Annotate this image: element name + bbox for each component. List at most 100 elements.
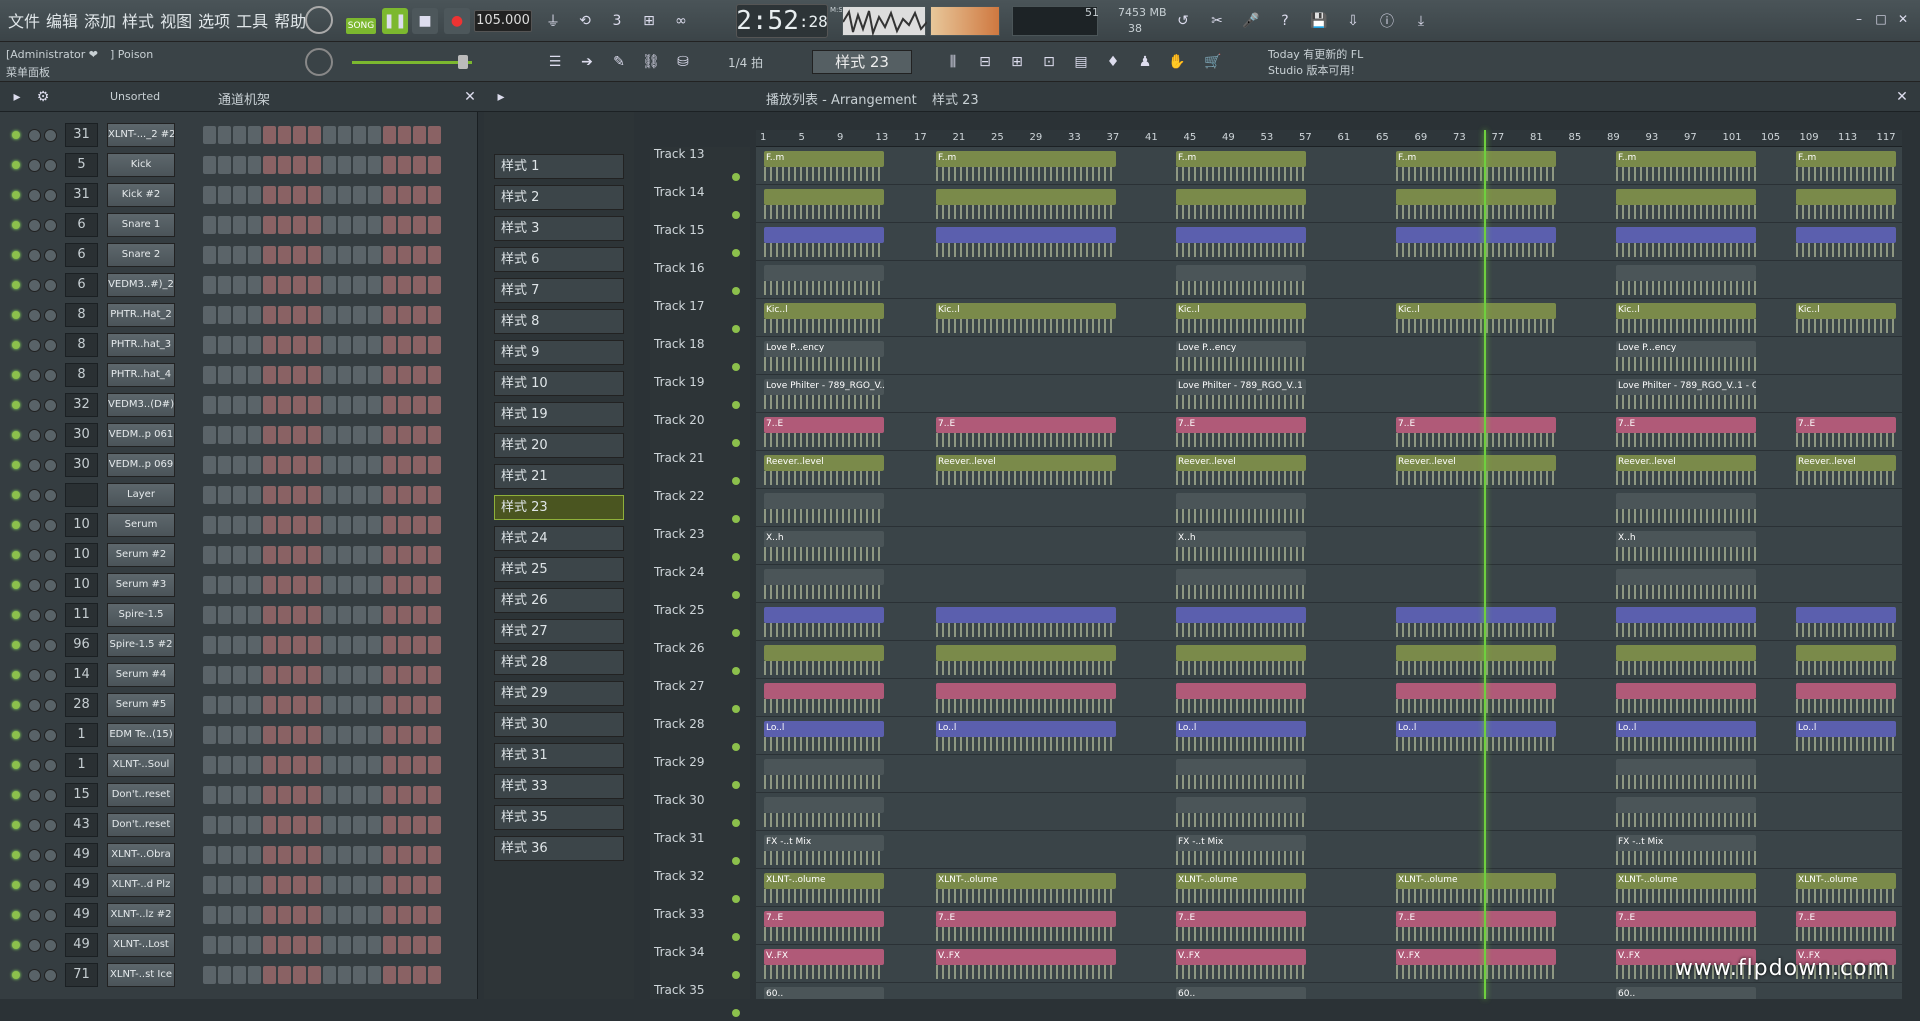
step-button[interactable] xyxy=(413,966,426,984)
channel-row[interactable]: 96Spire-1.5 #2 xyxy=(0,630,470,660)
playlist-clip[interactable]: XLNT-..olume xyxy=(1176,873,1306,889)
step-button[interactable] xyxy=(203,906,216,924)
menu-add[interactable]: 添加 xyxy=(82,8,118,32)
step-button[interactable] xyxy=(308,696,321,714)
step-button[interactable] xyxy=(263,126,276,144)
step-button[interactable] xyxy=(263,276,276,294)
track-header[interactable]: Track 24 xyxy=(654,565,748,603)
step-button[interactable] xyxy=(203,666,216,684)
menu-file[interactable]: 文件 xyxy=(6,8,42,32)
step-button[interactable] xyxy=(428,606,441,624)
tempo-display[interactable]: 105.000 xyxy=(474,10,532,32)
step-button[interactable] xyxy=(278,816,291,834)
step-button[interactable] xyxy=(383,906,396,924)
step-button[interactable] xyxy=(203,306,216,324)
track-lane[interactable]: 60..60..60.. xyxy=(756,983,1902,999)
playlist-clip[interactable] xyxy=(1796,227,1896,243)
step-button[interactable] xyxy=(353,786,366,804)
step-button[interactable] xyxy=(293,156,306,174)
channel-name-button[interactable]: XLNT-..Lost xyxy=(107,933,175,957)
channel-led[interactable] xyxy=(12,911,20,919)
menu-options[interactable]: 选项 xyxy=(196,8,232,32)
playlist-clip[interactable]: F..m xyxy=(1396,151,1556,167)
step-button[interactable] xyxy=(233,186,246,204)
step-button[interactable] xyxy=(353,606,366,624)
playlist-clip[interactable] xyxy=(1616,189,1756,205)
channel-row[interactable]: 30VEDM..p 069 xyxy=(0,450,470,480)
channel-row[interactable]: 6Snare 2 xyxy=(0,240,470,270)
step-button[interactable] xyxy=(323,966,336,984)
step-button[interactable] xyxy=(323,156,336,174)
track-lane[interactable] xyxy=(756,603,1902,641)
step-button[interactable] xyxy=(233,396,246,414)
step-button[interactable] xyxy=(398,636,411,654)
step-button[interactable] xyxy=(308,756,321,774)
step-button[interactable] xyxy=(263,756,276,774)
volume-knob[interactable] xyxy=(44,159,57,172)
step-button[interactable] xyxy=(338,666,351,684)
step-button[interactable] xyxy=(293,216,306,234)
step-button[interactable] xyxy=(428,366,441,384)
step-button[interactable] xyxy=(368,816,381,834)
menu-tools[interactable]: 工具 xyxy=(234,8,270,32)
step-button[interactable] xyxy=(428,876,441,894)
rack-filter[interactable]: Unsorted xyxy=(110,90,160,103)
step-button[interactable] xyxy=(218,426,231,444)
step-button[interactable] xyxy=(263,876,276,894)
step-button[interactable] xyxy=(308,186,321,204)
step-button[interactable] xyxy=(278,906,291,924)
step-button[interactable] xyxy=(323,726,336,744)
track-lane[interactable]: 7..E7..E7..E7..E7..E7..E xyxy=(756,413,1902,451)
step-button[interactable] xyxy=(248,216,261,234)
playlist-clip[interactable]: Reever..level xyxy=(1616,455,1756,471)
step-button[interactable] xyxy=(218,666,231,684)
playlist-clip[interactable]: Kic..l xyxy=(1796,303,1896,319)
step-button[interactable] xyxy=(293,966,306,984)
playhead-marker[interactable] xyxy=(1484,130,1486,999)
playlist-clip[interactable] xyxy=(936,683,1116,699)
channel-led[interactable] xyxy=(12,761,20,769)
playlist-clip[interactable]: XLNT-..olume xyxy=(1396,873,1556,889)
track-lane[interactable] xyxy=(756,793,1902,831)
playlist-clip[interactable] xyxy=(1796,683,1896,699)
volume-knob[interactable] xyxy=(44,309,57,322)
step-button[interactable] xyxy=(338,396,351,414)
pattern-item[interactable]: 样式 3 xyxy=(494,216,624,241)
step-button[interactable] xyxy=(383,546,396,564)
step-button[interactable] xyxy=(368,576,381,594)
pan-knob[interactable] xyxy=(28,759,41,772)
step-button[interactable] xyxy=(203,636,216,654)
step-button[interactable] xyxy=(263,816,276,834)
step-button[interactable] xyxy=(308,636,321,654)
step-button[interactable] xyxy=(308,426,321,444)
step-button[interactable] xyxy=(338,246,351,264)
track-header[interactable]: Track 34 xyxy=(654,945,748,983)
mic-icon[interactable]: 🎤 xyxy=(1238,8,1264,34)
channel-name-button[interactable]: VEDM3..(D#) xyxy=(107,393,175,417)
volume-slider[interactable] xyxy=(352,61,472,64)
step-button[interactable] xyxy=(218,966,231,984)
playlist-clip[interactable] xyxy=(764,227,884,243)
step-button[interactable] xyxy=(293,486,306,504)
step-button[interactable] xyxy=(263,336,276,354)
channel-row[interactable]: 1XLNT-..Soul xyxy=(0,750,470,780)
step-button[interactable] xyxy=(293,576,306,594)
channel-name-button[interactable]: VEDM3..#)_2 xyxy=(107,273,175,297)
track-lane[interactable] xyxy=(756,261,1902,299)
step-button[interactable] xyxy=(233,546,246,564)
playlist-clip[interactable]: Reever..level xyxy=(1176,455,1306,471)
channel-led[interactable] xyxy=(12,251,20,259)
mixer-track-number[interactable]: 10 xyxy=(65,573,98,597)
step-button[interactable] xyxy=(383,756,396,774)
mixer-track-number[interactable]: 30 xyxy=(65,423,98,447)
volume-knob[interactable] xyxy=(44,609,57,622)
mixer-track-number[interactable]: 31 xyxy=(65,183,98,207)
playlist-clip[interactable] xyxy=(1616,493,1756,509)
track-mute-led[interactable] xyxy=(732,933,740,941)
step-button[interactable] xyxy=(308,336,321,354)
track-mute-led[interactable] xyxy=(732,287,740,295)
rack-options-icon[interactable]: ⚙ xyxy=(34,88,52,106)
pattern-item[interactable]: 样式 9 xyxy=(494,340,624,365)
step-button[interactable] xyxy=(233,306,246,324)
playlist-clip[interactable] xyxy=(1396,683,1556,699)
